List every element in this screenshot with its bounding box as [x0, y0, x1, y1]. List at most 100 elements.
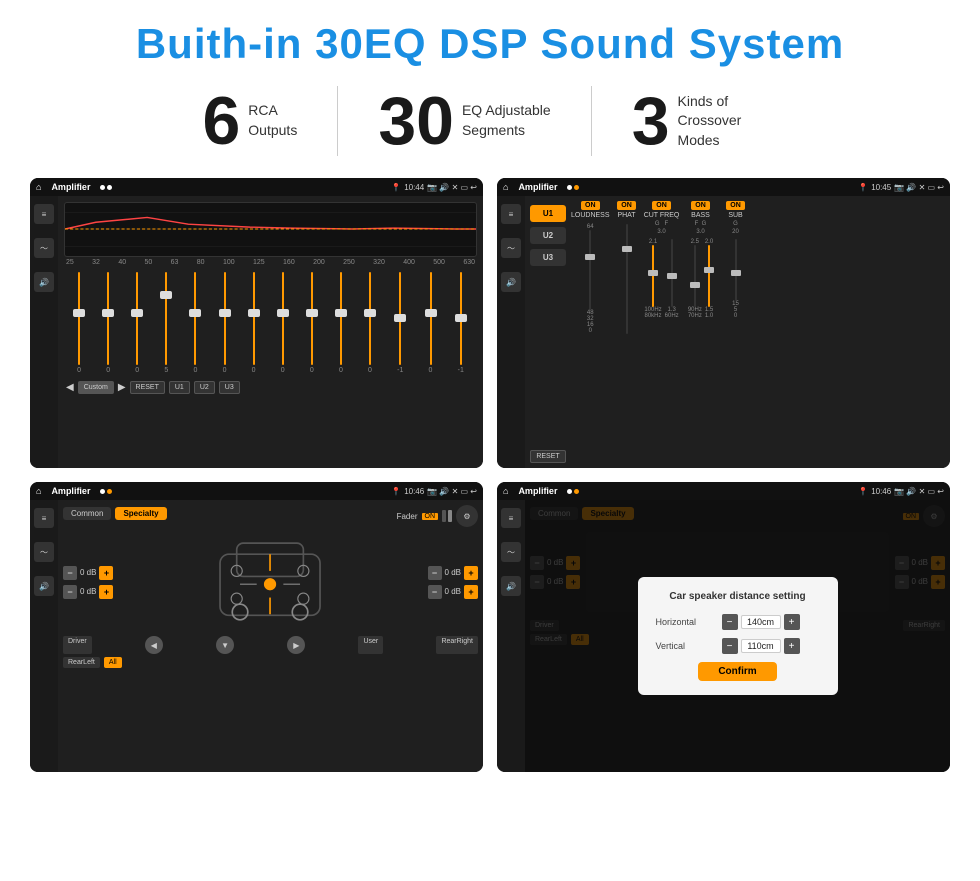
- phat-label: PHAT: [617, 212, 635, 219]
- dist-time: 10:46: [871, 487, 891, 496]
- dot1: [100, 185, 105, 190]
- db-plus-1[interactable]: +: [99, 566, 113, 580]
- cross-icon-filter[interactable]: ≡: [501, 204, 521, 224]
- fader-rearleft-btn[interactable]: RearLeft: [63, 657, 100, 668]
- fader-arrow-down[interactable]: ▼: [216, 636, 234, 654]
- eq-freq-labels: 253240506380 100125160200250320 40050063…: [64, 257, 477, 268]
- db-plus-2[interactable]: +: [99, 585, 113, 599]
- cross-reset-btn[interactable]: RESET: [530, 450, 566, 463]
- cross-dots: [567, 185, 579, 190]
- vertical-plus-btn[interactable]: +: [784, 638, 800, 654]
- cross-status-bar: ⌂ Amplifier 📍 10:45 📷 🔊 ✕ ▭ ↩: [497, 178, 950, 196]
- eq-slider-13[interactable]: -1: [458, 272, 464, 374]
- eq-icon-wave[interactable]: 〜: [34, 238, 54, 258]
- fader-icon-filter[interactable]: ≡: [34, 508, 54, 528]
- eq-controls: ◀ Custom ▶ RESET U1 U2 U3: [64, 378, 477, 397]
- eq-custom-btn[interactable]: Custom: [78, 381, 114, 394]
- fader-user-btn[interactable]: User: [358, 636, 383, 654]
- eq-status-icons: 📍 10:44 📷 🔊 ✕ ▭ ↩: [391, 183, 477, 192]
- eq-slider-8[interactable]: 0: [310, 272, 314, 374]
- vertical-minus-btn[interactable]: −: [722, 638, 738, 654]
- eq-slider-5[interactable]: 0: [223, 272, 227, 374]
- db-minus-3[interactable]: −: [428, 566, 442, 580]
- cross-icon-wave[interactable]: 〜: [501, 238, 521, 258]
- confirm-button[interactable]: Confirm: [698, 662, 776, 681]
- dist-icon-wave[interactable]: 〜: [501, 542, 521, 562]
- eq-slider-0[interactable]: 0: [77, 272, 81, 374]
- sub-label: SUB: [728, 212, 742, 219]
- eq-slider-11[interactable]: -1: [397, 272, 403, 374]
- stat-number-eq: 30: [378, 87, 454, 155]
- eq-slider-4[interactable]: 0: [193, 272, 197, 374]
- stat-number-cross: 3: [632, 87, 670, 155]
- fader-all-btn[interactable]: All: [104, 657, 122, 668]
- stat-number-rca: 6: [202, 87, 240, 155]
- distance-dialog-overlay: Car speaker distance setting Horizontal …: [525, 500, 950, 772]
- db-plus-3[interactable]: +: [464, 566, 478, 580]
- eq-u1-btn[interactable]: U1: [169, 381, 190, 394]
- db-minus-4[interactable]: −: [428, 585, 442, 599]
- fader-rearright-btn[interactable]: RearRight: [436, 636, 478, 654]
- horizontal-value: 140cm: [741, 615, 781, 629]
- eq-slider-1[interactable]: 0: [106, 272, 110, 374]
- eq-u3-btn[interactable]: U3: [219, 381, 240, 394]
- cross-u3-btn[interactable]: U3: [530, 249, 566, 266]
- fader-driver-btn[interactable]: Driver: [63, 636, 92, 654]
- fader-icon-wave[interactable]: 〜: [34, 542, 54, 562]
- fader-tab-common[interactable]: Common: [63, 507, 111, 520]
- eq-icon-speaker[interactable]: 🔊: [34, 272, 54, 292]
- fader-tabs: Common Specialty: [63, 507, 167, 520]
- eq-u2-btn[interactable]: U2: [194, 381, 215, 394]
- dist-left-icons: ≡ 〜 🔊: [497, 500, 525, 772]
- dist-dot1: [567, 489, 572, 494]
- fader-settings-icon[interactable]: ⚙: [456, 505, 478, 527]
- fader-tab-specialty[interactable]: Specialty: [115, 507, 166, 520]
- horizontal-minus-btn[interactable]: −: [722, 614, 738, 630]
- eq-reset-btn[interactable]: RESET: [130, 381, 165, 394]
- cross-icon-speaker[interactable]: 🔊: [501, 272, 521, 292]
- cross-body: ≡ 〜 🔊 U1 U2 U3 RESET: [497, 196, 950, 468]
- fader-arrow-left[interactable]: ◀: [145, 636, 163, 654]
- cross-u1-btn[interactable]: U1: [530, 205, 566, 222]
- eq-play-btn[interactable]: ▶: [118, 382, 126, 393]
- horizontal-plus-btn[interactable]: +: [784, 614, 800, 630]
- distance-screen: ⌂ Amplifier 📍 10:46 📷 🔊 ✕ ▭ ↩ ≡ 〜 🔊: [497, 482, 950, 772]
- eq-slider-7[interactable]: 0: [281, 272, 285, 374]
- page-wrapper: Buith-in 30EQ DSP Sound System 6 RCAOutp…: [0, 0, 980, 792]
- fader-time: 10:46: [404, 487, 424, 496]
- eq-body: ≡ 〜 🔊: [30, 196, 483, 468]
- dist-main: Common Specialty ON ⚙ −0 dB+ −0 dB: [525, 500, 950, 772]
- home-icon: ⌂: [36, 182, 41, 192]
- vertical-stepper: − 110cm +: [722, 638, 800, 654]
- cross-u2-btn[interactable]: U2: [530, 227, 566, 244]
- eq-slider-9[interactable]: 0: [339, 272, 343, 374]
- cross-app-name: Amplifier: [518, 182, 557, 192]
- eq-slider-12[interactable]: 0: [429, 272, 433, 374]
- fader-arrow-right[interactable]: ▶: [287, 636, 305, 654]
- eq-slider-3[interactable]: 5: [164, 272, 168, 374]
- eq-slider-2[interactable]: 0: [135, 272, 139, 374]
- eq-prev-btn[interactable]: ◀: [66, 382, 74, 393]
- horizontal-label: Horizontal: [656, 617, 716, 627]
- db-plus-4[interactable]: +: [464, 585, 478, 599]
- dist-status-icons: 📍 10:46 📷 🔊 ✕ ▭ ↩: [858, 487, 944, 496]
- fader-icon-speaker[interactable]: 🔊: [34, 576, 54, 596]
- db-minus-1[interactable]: −: [63, 566, 77, 580]
- cross-dot2: [574, 185, 579, 190]
- stat-rca: 6 RCAOutputs: [162, 87, 337, 155]
- stat-label-eq: EQ AdjustableSegments: [462, 101, 551, 140]
- stat-label-cross: Kinds ofCrossover Modes: [678, 92, 778, 151]
- horizontal-row: Horizontal − 140cm +: [656, 614, 820, 630]
- fader-left-icons: ≡ 〜 🔊: [30, 500, 58, 772]
- db-minus-2[interactable]: −: [63, 585, 77, 599]
- db-val-4: 0 dB: [445, 587, 461, 596]
- fader-on-badge: ON: [422, 513, 439, 520]
- eq-slider-10[interactable]: 0: [368, 272, 372, 374]
- dist-icon-filter[interactable]: ≡: [501, 508, 521, 528]
- loudness-label: LOUDNESS: [571, 212, 610, 219]
- db-control-1: − 0 dB +: [63, 566, 113, 580]
- dist-icon-speaker[interactable]: 🔊: [501, 576, 521, 596]
- cross-time: 10:45: [871, 183, 891, 192]
- eq-icon-filter[interactable]: ≡: [34, 204, 54, 224]
- eq-slider-6[interactable]: 0: [252, 272, 256, 374]
